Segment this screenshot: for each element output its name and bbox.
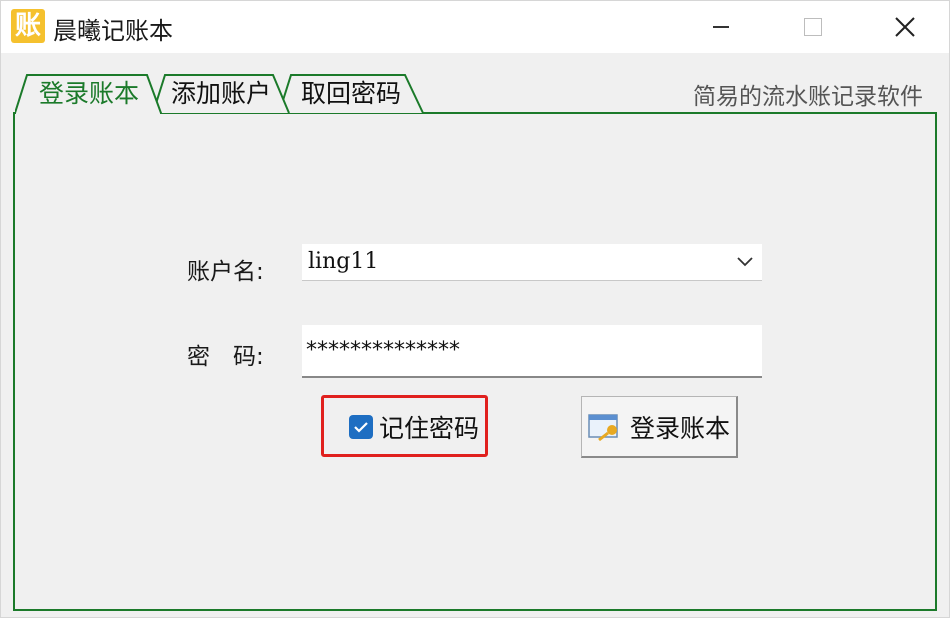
- app-icon: 账: [11, 9, 45, 43]
- password-value: **************: [306, 338, 460, 363]
- remember-password-label: 记住密码: [379, 414, 480, 443]
- remember-password-checkbox[interactable]: 记住密码: [349, 411, 479, 443]
- login-button-label: 登录账本: [630, 413, 731, 443]
- username-value: ling11: [308, 249, 379, 274]
- maximize-icon: [804, 18, 822, 36]
- tab-add-account[interactable]: 添加账户: [151, 73, 291, 114]
- window-title: 晨曦记账本: [53, 17, 173, 45]
- tab-label: 添加账户: [170, 79, 271, 108]
- password-field[interactable]: **************: [302, 325, 762, 378]
- minimize-button[interactable]: [691, 1, 751, 53]
- tab-label: 取回密码: [300, 79, 401, 108]
- tab-label: 登录账本: [38, 79, 139, 108]
- username-combobox[interactable]: ling11: [302, 244, 762, 281]
- username-label: 账户名:: [187, 259, 264, 285]
- close-button[interactable]: [875, 1, 935, 53]
- chevron-down-icon[interactable]: [736, 254, 754, 268]
- password-label: 密 码:: [187, 344, 264, 370]
- maximize-button[interactable]: [783, 1, 843, 53]
- checkbox-checked-icon[interactable]: [349, 415, 373, 439]
- app-window: 账 晨曦记账本 取回密码 添加账户 登录账本 简易的流水账记录软件 账户名: l…: [0, 0, 950, 618]
- title-bar[interactable]: 账 晨曦记账本: [1, 1, 949, 53]
- slogan-text: 简易的流水账记录软件: [693, 84, 923, 110]
- login-key-icon: [588, 413, 618, 441]
- minimize-icon: [713, 26, 729, 28]
- close-icon: [895, 17, 915, 37]
- tab-recover-password[interactable]: 取回密码: [277, 73, 425, 114]
- login-button[interactable]: 登录账本: [581, 396, 738, 458]
- tab-login[interactable]: 登录账本: [15, 73, 163, 114]
